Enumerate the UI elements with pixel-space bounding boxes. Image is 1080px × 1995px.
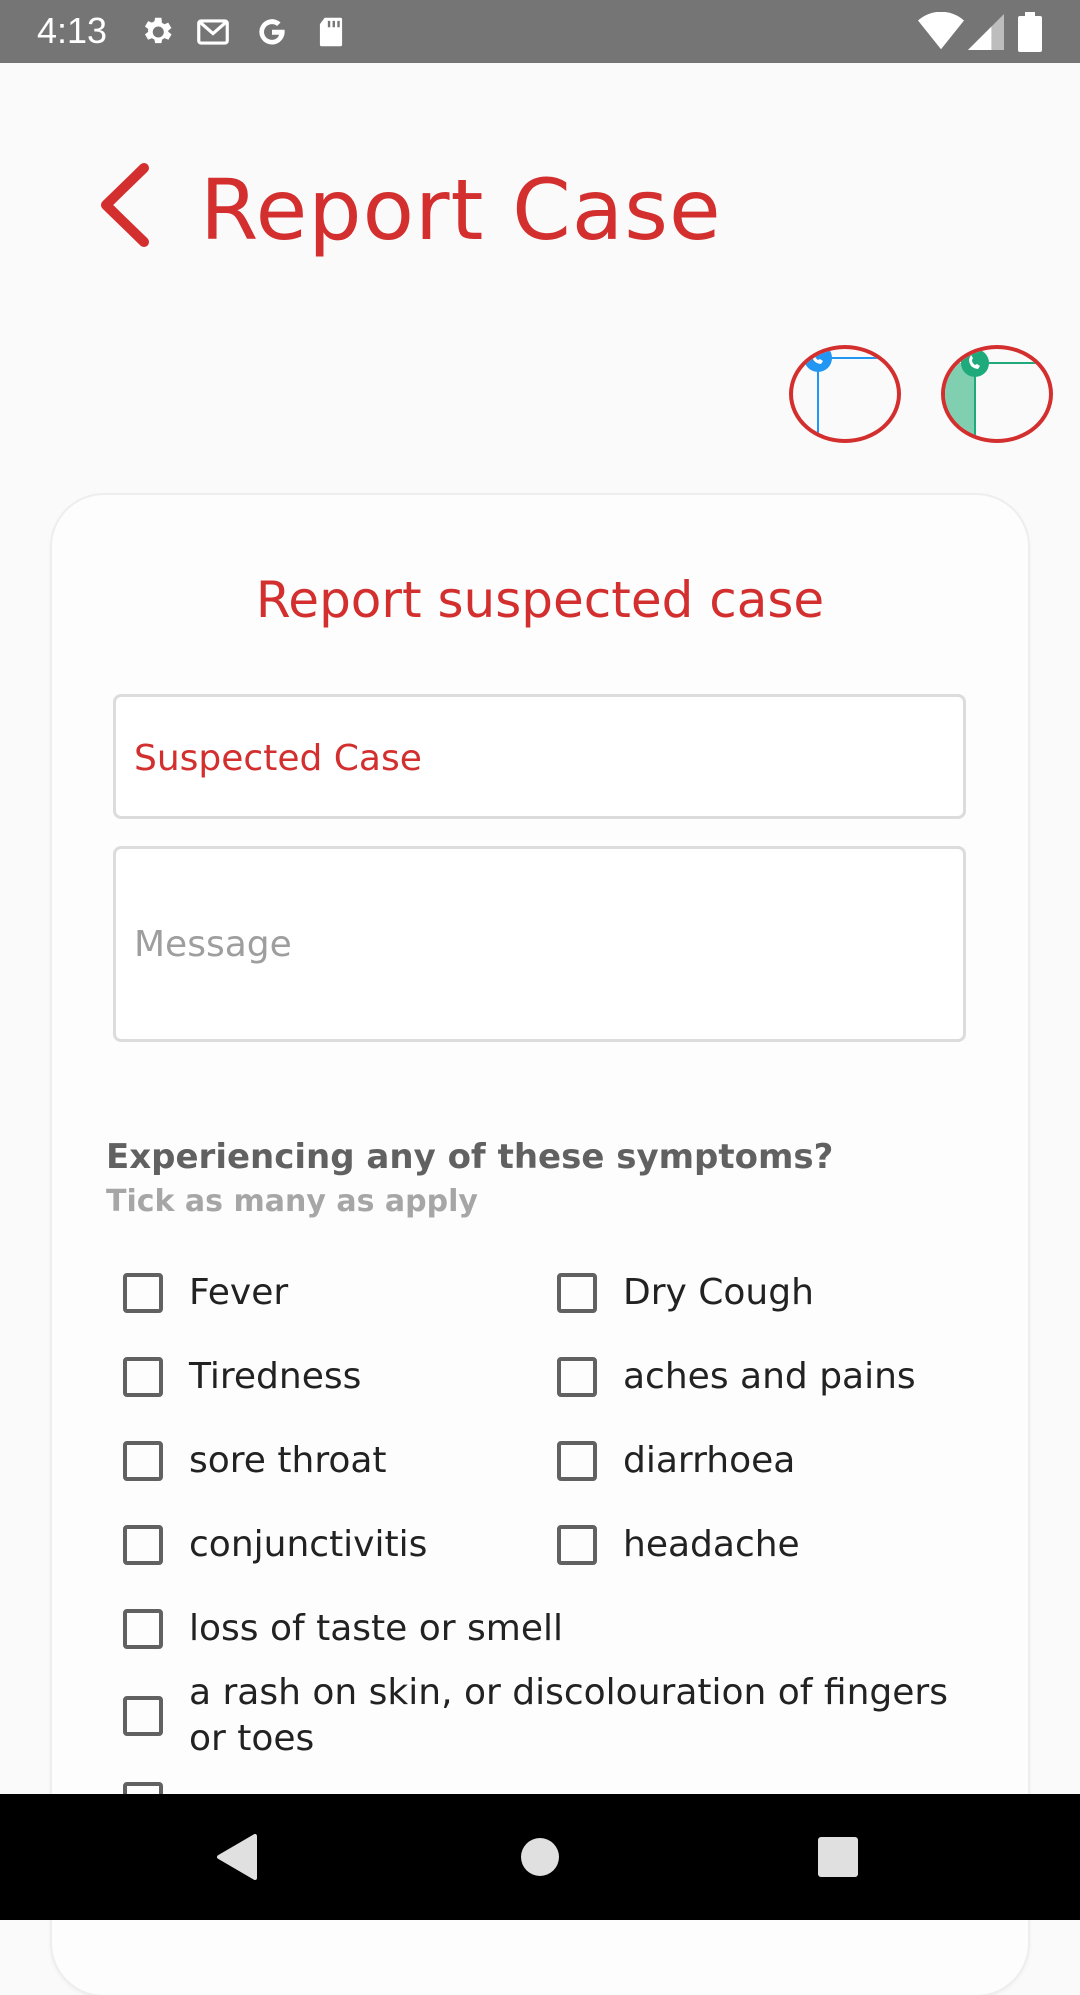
checkbox-box[interactable] <box>123 1525 163 1565</box>
home-circle-icon[interactable] <box>505 1822 575 1892</box>
suspected-case-input[interactable] <box>132 733 947 783</box>
back-button[interactable] <box>92 160 162 250</box>
symptom-label: Tiredness <box>189 1356 362 1397</box>
sd-card-icon <box>319 17 343 47</box>
checkbox-box[interactable] <box>557 1525 597 1565</box>
checkbox-box[interactable] <box>123 1441 163 1481</box>
status-bar: 4:13 <box>0 0 1080 63</box>
symptoms-subheading: Tick as many as apply <box>106 1184 478 1219</box>
symptom-label: diarrhoea <box>623 1440 796 1481</box>
symptom-label: loss of taste or smell <box>189 1608 564 1649</box>
symptom-label: conjunctivitis <box>189 1524 428 1565</box>
checkbox-box[interactable] <box>123 1357 163 1397</box>
gmail-icon <box>197 19 229 45</box>
symptoms-heading: Experiencing any of these symptoms? <box>106 1137 834 1177</box>
navigation-bar <box>0 1794 1080 1920</box>
symptom-label: a rash on skin, or discolouration of fin… <box>189 1672 948 1759</box>
symptom-checkbox-sore-throat[interactable]: sore throat <box>123 1438 387 1484</box>
symptom-checkbox-headache[interactable]: headache <box>557 1522 800 1568</box>
symptom-checkbox-conjunctivitis[interactable]: conjunctivitis <box>123 1522 427 1568</box>
back-triangle-icon[interactable] <box>203 1822 273 1892</box>
checkbox-box[interactable] <box>123 1609 163 1649</box>
suspected-case-field[interactable] <box>113 694 966 819</box>
symptom-checkbox-fever[interactable]: Fever <box>123 1270 288 1316</box>
whatsapp-icon <box>945 349 1049 439</box>
signal-icon <box>968 14 1004 50</box>
symptom-checkbox-dry-cough[interactable]: Dry Cough <box>557 1270 814 1316</box>
chevron-left-icon <box>101 163 149 247</box>
wifi-icon <box>918 12 964 50</box>
call-button[interactable] <box>789 345 901 443</box>
symptom-checkbox-aches[interactable]: aches and pains <box>557 1354 916 1400</box>
battery-icon <box>1018 12 1042 52</box>
phone-call-icon <box>804 349 897 439</box>
whatsapp-button[interactable] <box>941 345 1053 443</box>
checkbox-box[interactable] <box>557 1273 597 1313</box>
page-title: Report Case <box>200 161 722 259</box>
google-icon <box>259 19 285 45</box>
symptom-label: headache <box>623 1524 800 1565</box>
card-title: Report suspected case <box>255 571 825 629</box>
symptom-label: Dry Cough <box>623 1272 814 1313</box>
symptom-checkbox-loss-of-taste[interactable]: loss of taste or smell <box>123 1606 563 1652</box>
checkbox-box[interactable] <box>557 1441 597 1481</box>
checkbox-box[interactable] <box>557 1357 597 1397</box>
settings-icon <box>144 17 172 44</box>
symptom-label: Fever <box>189 1272 289 1313</box>
symptom-label: aches and pains <box>623 1356 916 1397</box>
status-time: 4:13 <box>37 10 108 51</box>
checkbox-box[interactable] <box>123 1696 163 1736</box>
symptom-label: sore throat <box>189 1440 387 1481</box>
recents-square-icon[interactable] <box>803 1822 873 1892</box>
checkbox-box[interactable] <box>123 1273 163 1313</box>
message-input[interactable] <box>132 919 947 969</box>
message-field[interactable] <box>113 846 966 1042</box>
symptom-checkbox-diarrhoea[interactable]: diarrhoea <box>557 1438 795 1484</box>
symptom-checkbox-tiredness[interactable]: Tiredness <box>123 1354 361 1400</box>
symptom-checkbox-rash[interactable]: a rash on skin, or discolouration of fin… <box>123 1670 983 1762</box>
